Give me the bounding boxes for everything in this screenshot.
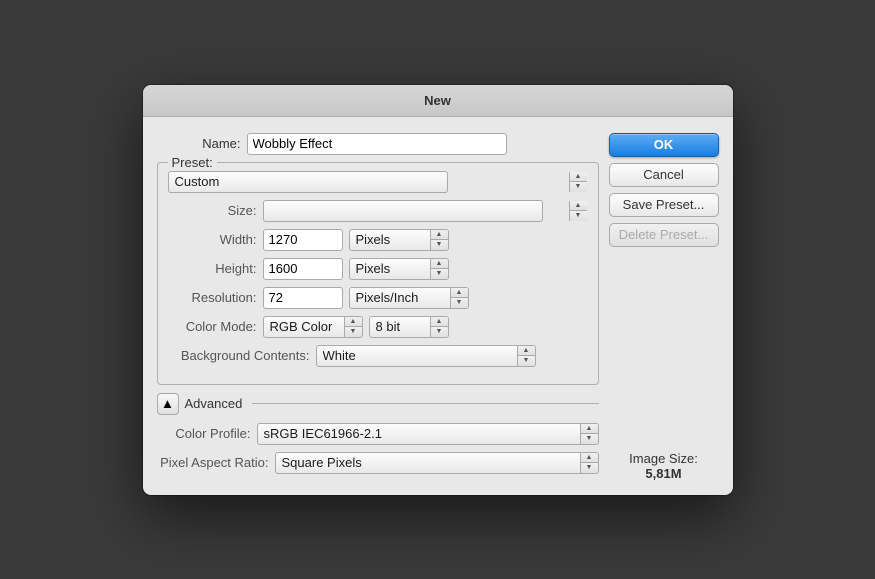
preset-section: Preset: Custom ▲ ▼ Size: bbox=[157, 162, 599, 385]
preset-legend: Preset: bbox=[168, 155, 217, 170]
color-mode-row: Color Mode: RGB Color CMYK Color Graysca… bbox=[168, 316, 588, 338]
right-panel: OK Cancel Save Preset... Delete Preset..… bbox=[609, 133, 719, 481]
color-profile-select[interactable]: sRGB IEC61966-2.1 Adobe RGB (1998) bbox=[257, 423, 599, 445]
left-panel: Name: Preset: Custom ▲ ▼ bbox=[157, 133, 599, 481]
resolution-unit-wrap: Pixels/Inch Pixels/Centimeter ▲ ▼ bbox=[349, 287, 469, 309]
pixel-aspect-row: Pixel Aspect Ratio: Square Pixels D1/DV … bbox=[157, 452, 599, 474]
color-profile-select-wrap: sRGB IEC61966-2.1 Adobe RGB (1998) ▲ ▼ bbox=[257, 423, 599, 445]
dialog-title: New bbox=[143, 85, 733, 117]
size-row: Size: ▲ ▼ bbox=[168, 200, 588, 222]
size-stepper: ▲ ▼ bbox=[569, 201, 587, 221]
advanced-row: ▲ Advanced bbox=[157, 393, 599, 415]
color-mode-label: Color Mode: bbox=[168, 319, 263, 334]
width-input[interactable] bbox=[263, 229, 343, 251]
width-unit-select[interactable]: Pixels Inches cm bbox=[349, 229, 449, 251]
bit-depth-select[interactable]: 8 bit 16 bit 32 bit bbox=[369, 316, 449, 338]
advanced-section: ▲ Advanced Color Profile: sRGB IEC61966-… bbox=[157, 393, 599, 474]
save-preset-button[interactable]: Save Preset... bbox=[609, 193, 719, 217]
name-input[interactable] bbox=[247, 133, 507, 155]
height-unit-wrap: Pixels Inches cm ▲ ▼ bbox=[349, 258, 449, 280]
preset-row: Custom ▲ ▼ bbox=[168, 171, 588, 193]
cancel-button[interactable]: Cancel bbox=[609, 163, 719, 187]
width-label: Width: bbox=[168, 232, 263, 247]
color-mode-select-wrap: RGB Color CMYK Color Grayscale ▲ ▼ bbox=[263, 316, 363, 338]
image-size-section: Image Size: 5,81M bbox=[609, 431, 719, 481]
bg-contents-row: Background Contents: White Background Co… bbox=[168, 345, 588, 367]
width-unit-wrap: Pixels Inches cm ▲ ▼ bbox=[349, 229, 449, 251]
new-document-dialog: New Name: Preset: Custom bbox=[143, 85, 733, 495]
ok-button[interactable]: OK bbox=[609, 133, 719, 157]
advanced-toggle-button[interactable]: ▲ bbox=[157, 393, 179, 415]
name-row: Name: bbox=[157, 133, 599, 155]
preset-select[interactable]: Custom bbox=[168, 171, 448, 193]
size-select-wrap: ▲ ▼ bbox=[263, 200, 588, 222]
image-size-label: Image Size: bbox=[609, 451, 719, 466]
height-input[interactable] bbox=[263, 258, 343, 280]
delete-preset-button[interactable]: Delete Preset... bbox=[609, 223, 719, 247]
pixel-aspect-select[interactable]: Square Pixels D1/DV NTSC (0.91) bbox=[275, 452, 599, 474]
preset-select-wrap: Custom ▲ ▼ bbox=[168, 171, 588, 193]
color-profile-row: Color Profile: sRGB IEC61966-2.1 Adobe R… bbox=[157, 423, 599, 445]
size-select[interactable] bbox=[263, 200, 543, 222]
resolution-row: Resolution: Pixels/Inch Pixels/Centimete… bbox=[168, 287, 588, 309]
advanced-label: Advanced bbox=[185, 396, 243, 411]
resolution-unit-select[interactable]: Pixels/Inch Pixels/Centimeter bbox=[349, 287, 469, 309]
width-row: Width: Pixels Inches cm ▲ ▼ bbox=[168, 229, 588, 251]
height-label: Height: bbox=[168, 261, 263, 276]
height-unit-select[interactable]: Pixels Inches cm bbox=[349, 258, 449, 280]
resolution-input[interactable] bbox=[263, 287, 343, 309]
bg-label: Background Contents: bbox=[168, 348, 316, 363]
name-label: Name: bbox=[157, 136, 247, 151]
size-label: Size: bbox=[168, 203, 263, 218]
bg-select-wrap: White Background Color Transparent ▲ ▼ bbox=[316, 345, 536, 367]
bg-select[interactable]: White Background Color Transparent bbox=[316, 345, 536, 367]
image-size-value: 5,81M bbox=[609, 466, 719, 481]
resolution-label: Resolution: bbox=[168, 290, 263, 305]
pixel-aspect-label: Pixel Aspect Ratio: bbox=[157, 455, 275, 470]
color-mode-select[interactable]: RGB Color CMYK Color Grayscale bbox=[263, 316, 363, 338]
advanced-divider bbox=[252, 403, 598, 404]
color-profile-label: Color Profile: bbox=[157, 426, 257, 441]
bit-depth-select-wrap: 8 bit 16 bit 32 bit ▲ ▼ bbox=[369, 316, 449, 338]
pixel-aspect-select-wrap: Square Pixels D1/DV NTSC (0.91) ▲ ▼ bbox=[275, 452, 599, 474]
preset-stepper: ▲ ▼ bbox=[569, 172, 587, 192]
height-row: Height: Pixels Inches cm ▲ ▼ bbox=[168, 258, 588, 280]
